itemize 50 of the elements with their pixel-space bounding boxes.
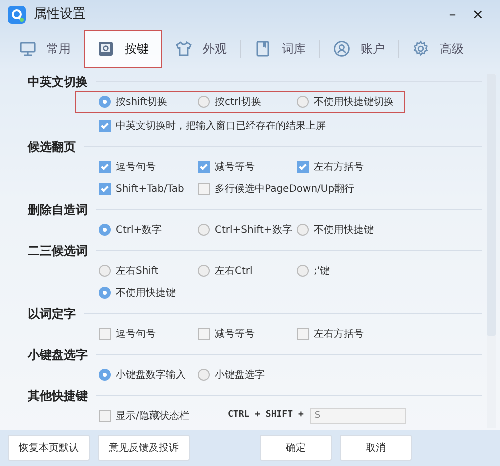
- section-heading: 以词定字: [28, 306, 76, 322]
- tab[interactable]: 按键: [84, 30, 162, 68]
- section-heading: 中英文切换: [28, 74, 88, 90]
- radio-option[interactable]: 按ctrl切换: [198, 94, 297, 110]
- section-heading: 删除自造词: [28, 202, 88, 218]
- radio-option[interactable]: Ctrl+数字: [99, 222, 198, 238]
- tab[interactable]: 账户: [320, 30, 398, 68]
- checkbox-option[interactable]: 逗号句号: [99, 160, 198, 174]
- checkbox-option[interactable]: Shift+Tab/Tab: [99, 182, 198, 196]
- section-heading: 候选翻页: [28, 138, 76, 156]
- checkbox-option[interactable]: 左右方括号: [297, 160, 396, 174]
- radio-option[interactable]: 不使用快捷键: [297, 222, 396, 238]
- radio-option[interactable]: 左右Ctrl: [198, 264, 297, 278]
- footer-button[interactable]: 意见反馈及投诉: [98, 435, 190, 461]
- radio-option[interactable]: Ctrl+Shift+数字: [198, 222, 297, 238]
- book-icon: [254, 40, 272, 58]
- tab[interactable]: 高级: [399, 30, 477, 68]
- checkbox-option[interactable]: 逗号句号: [99, 326, 198, 342]
- footer-button[interactable]: 取消: [340, 435, 412, 461]
- tab[interactable]: 外观: [162, 30, 240, 68]
- radio-option[interactable]: 按shift切换: [99, 94, 198, 110]
- radio-option[interactable]: 左右Shift: [99, 264, 198, 278]
- checkbox-option[interactable]: 左右方括号: [297, 326, 396, 342]
- section-heading: 小键盘选字: [28, 346, 88, 364]
- radio-option[interactable]: 不使用快捷键: [99, 286, 176, 300]
- footer-button[interactable]: 确定: [260, 435, 332, 461]
- user-icon: [333, 40, 351, 58]
- monitor-icon: [19, 40, 37, 58]
- footer-button[interactable]: 恢复本页默认: [8, 435, 90, 461]
- radio-option[interactable]: ;'键: [297, 264, 396, 278]
- close-button[interactable]: ×: [468, 8, 488, 22]
- checkbox-option[interactable]: 多行候选中PageDown/Up翻行: [198, 182, 355, 196]
- settings-icon: [412, 40, 430, 58]
- checkbox-option[interactable]: 显示/隐藏状态栏: [99, 408, 198, 424]
- t-shirt-icon: [175, 40, 193, 58]
- shortcut-label: CTRL + SHIFT +: [228, 409, 304, 422]
- radio-option[interactable]: 小键盘选字: [198, 368, 297, 382]
- section-heading: 其他快捷键: [28, 388, 88, 404]
- tab[interactable]: 词库: [241, 30, 319, 68]
- section-heading: 二三候选词: [28, 242, 88, 260]
- window-title: 属性设置: [34, 6, 86, 24]
- checkbox-option[interactable]: 中英文切换时，把输入窗口已经存在的结果上屏: [99, 118, 326, 134]
- radio-option[interactable]: 不使用快捷键切换: [297, 94, 396, 110]
- radio-option[interactable]: 小键盘数字输入: [99, 368, 198, 382]
- tab[interactable]: 常用: [6, 30, 84, 68]
- checkbox-option[interactable]: 减号等号: [198, 326, 297, 342]
- app-logo-icon: [8, 6, 26, 24]
- minimize-button[interactable]: –: [445, 8, 460, 22]
- checkbox-option[interactable]: 减号等号: [198, 160, 297, 174]
- keyboard-icon: [97, 40, 115, 58]
